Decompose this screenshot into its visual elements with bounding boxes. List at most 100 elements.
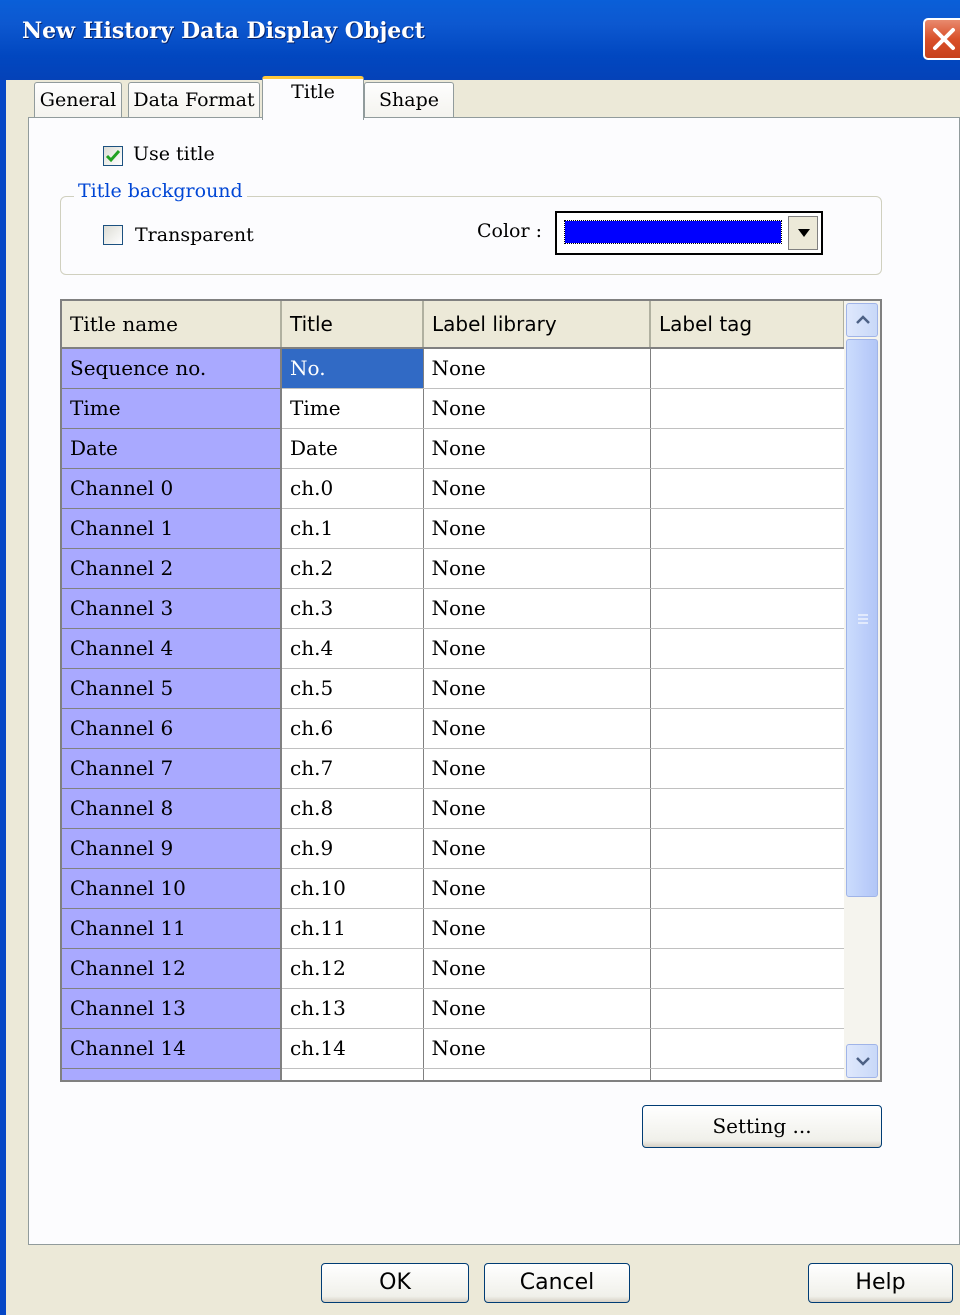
table-row: Time Time None xyxy=(62,388,845,429)
row-title-name-cell[interactable]: Channel 7 xyxy=(62,748,282,789)
row-title-name-cell[interactable]: Channel 0 xyxy=(62,468,282,509)
row-title-cell[interactable]: ch.12 xyxy=(281,948,424,989)
vertical-scrollbar[interactable] xyxy=(844,301,880,1080)
row-title-name-cell[interactable]: Channel 4 xyxy=(62,628,282,669)
row-title-cell[interactable]: Date xyxy=(281,428,424,469)
row-title-cell[interactable]: ch.10 xyxy=(281,868,424,909)
ok-button[interactable]: OK xyxy=(321,1263,469,1303)
row-label-tag-cell[interactable] xyxy=(650,788,845,829)
row-title-name-cell[interactable]: Channel 11 xyxy=(62,908,282,949)
color-dropdown[interactable] xyxy=(555,211,823,255)
row-label-library-cell[interactable]: None xyxy=(423,468,651,509)
row-title-name-cell[interactable]: Sequence no. xyxy=(62,348,282,389)
setting-button[interactable]: Setting ... xyxy=(642,1105,882,1148)
use-title-checkbox[interactable] xyxy=(103,146,123,166)
row-title-name-cell[interactable]: Channel 13 xyxy=(62,988,282,1029)
row-label-library-cell[interactable]: None xyxy=(423,668,651,709)
row-label-library-cell[interactable]: None xyxy=(423,988,651,1029)
help-button[interactable]: Help xyxy=(808,1263,953,1303)
row-title-cell[interactable]: ch.5 xyxy=(281,668,424,709)
row-label-library-cell[interactable]: None xyxy=(423,348,651,389)
row-title-cell[interactable]: ch.8 xyxy=(281,788,424,829)
row-title-cell[interactable]: ch.1 xyxy=(281,508,424,549)
row-title-cell[interactable]: Time xyxy=(281,388,424,429)
row-label-library-cell[interactable]: None xyxy=(423,908,651,949)
header-title[interactable]: Title xyxy=(281,301,424,349)
header-label-library[interactable]: Label library xyxy=(423,301,651,349)
transparent-checkbox[interactable] xyxy=(103,225,123,245)
row-label-tag-cell[interactable] xyxy=(650,908,845,949)
title-grid[interactable]: Title name Title Label library Label tag… xyxy=(60,299,882,1082)
row-title-name-cell[interactable]: Channel 10 xyxy=(62,868,282,909)
row-label-tag-cell[interactable] xyxy=(650,588,845,629)
scroll-thumb[interactable] xyxy=(846,339,878,897)
header-label-tag[interactable]: Label tag xyxy=(650,301,845,349)
close-button[interactable] xyxy=(923,18,960,60)
row-label-library-cell[interactable]: None xyxy=(423,788,651,829)
row-title-name-cell[interactable]: Channel 5 xyxy=(62,668,282,709)
row-title-name-cell[interactable]: Channel 1 xyxy=(62,508,282,549)
row-label-library-cell[interactable]: None xyxy=(423,548,651,589)
row-title-cell[interactable]: ch.7 xyxy=(281,748,424,789)
row-label-tag-cell[interactable] xyxy=(650,668,845,709)
row-title-cell[interactable]: ch.9 xyxy=(281,828,424,869)
row-title-name-cell[interactable]: Channel 9 xyxy=(62,828,282,869)
row-label-tag-cell[interactable] xyxy=(650,388,845,429)
row-label-library-cell[interactable]: None xyxy=(423,828,651,869)
row-label-library-cell[interactable]: None xyxy=(423,748,651,789)
row-label-library-cell[interactable]: None xyxy=(423,588,651,629)
row-title-cell[interactable]: ch.2 xyxy=(281,548,424,589)
row-label-library-cell[interactable]: None xyxy=(423,388,651,429)
row-label-tag-cell[interactable] xyxy=(650,468,845,509)
row-title-name-cell[interactable] xyxy=(62,1068,282,1080)
tab-general[interactable]: General xyxy=(34,82,122,118)
row-title-cell[interactable]: ch.3 xyxy=(281,588,424,629)
row-label-library-cell[interactable]: None xyxy=(423,708,651,749)
row-label-tag-cell[interactable] xyxy=(650,708,845,749)
row-label-library-cell[interactable]: None xyxy=(423,1028,651,1069)
row-title-name-cell[interactable]: Channel 6 xyxy=(62,708,282,749)
row-label-tag-cell[interactable] xyxy=(650,828,845,869)
row-title-name-cell[interactable]: Channel 8 xyxy=(62,788,282,829)
row-label-tag-cell[interactable] xyxy=(650,748,845,789)
row-title-name-cell[interactable]: Channel 2 xyxy=(62,548,282,589)
row-title-name-cell[interactable]: Channel 14 xyxy=(62,1028,282,1069)
header-title-name[interactable]: Title name xyxy=(62,301,282,349)
row-title-cell[interactable]: ch.14 xyxy=(281,1028,424,1069)
row-title-cell[interactable]: No. xyxy=(281,348,424,389)
row-label-tag-cell[interactable] xyxy=(650,548,845,589)
row-label-tag-cell[interactable] xyxy=(650,1068,845,1080)
row-label-tag-cell[interactable] xyxy=(650,428,845,469)
row-label-library-cell[interactable]: None xyxy=(423,948,651,989)
row-title-name-cell[interactable]: Time xyxy=(62,388,282,429)
row-label-library-cell[interactable]: None xyxy=(423,628,651,669)
color-label: Color : xyxy=(477,220,543,242)
row-label-tag-cell[interactable] xyxy=(650,1028,845,1069)
row-label-tag-cell[interactable] xyxy=(650,948,845,989)
row-title-cell[interactable]: ch.13 xyxy=(281,988,424,1029)
row-label-tag-cell[interactable] xyxy=(650,868,845,909)
row-title-cell[interactable] xyxy=(281,1068,424,1080)
scroll-down-button[interactable] xyxy=(846,1044,878,1078)
row-title-cell[interactable]: ch.6 xyxy=(281,708,424,749)
row-title-cell[interactable]: ch.4 xyxy=(281,628,424,669)
row-label-library-cell[interactable] xyxy=(423,1068,651,1080)
tab-title[interactable]: Title xyxy=(262,76,364,120)
row-label-library-cell[interactable]: None xyxy=(423,428,651,469)
row-label-tag-cell[interactable] xyxy=(650,988,845,1029)
row-title-name-cell[interactable]: Channel 12 xyxy=(62,948,282,989)
row-label-tag-cell[interactable] xyxy=(650,508,845,549)
row-title-name-cell[interactable]: Channel 3 xyxy=(62,588,282,629)
tab-shape[interactable]: Shape xyxy=(364,82,454,118)
tab-data-format[interactable]: Data Format xyxy=(128,82,260,118)
row-label-tag-cell[interactable] xyxy=(650,348,845,389)
row-label-library-cell[interactable]: None xyxy=(423,508,651,549)
row-label-library-cell[interactable]: None xyxy=(423,868,651,909)
dropdown-button[interactable] xyxy=(788,216,818,250)
row-title-cell[interactable]: ch.11 xyxy=(281,908,424,949)
row-label-tag-cell[interactable] xyxy=(650,628,845,669)
row-title-name-cell[interactable]: Date xyxy=(62,428,282,469)
cancel-button[interactable]: Cancel xyxy=(484,1263,630,1303)
scroll-up-button[interactable] xyxy=(846,303,878,337)
row-title-cell[interactable]: ch.0 xyxy=(281,468,424,509)
